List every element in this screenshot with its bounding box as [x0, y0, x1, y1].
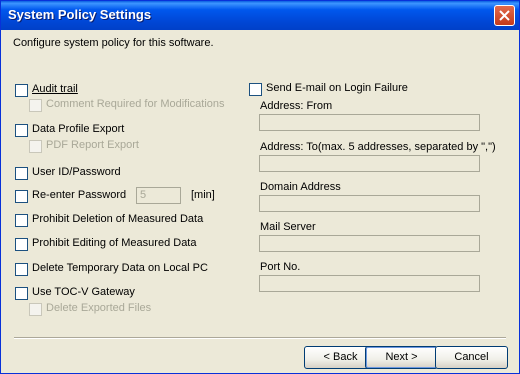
- user-id-password-label[interactable]: User ID/Password: [32, 166, 121, 178]
- user-id-password-checkbox[interactable]: [15, 167, 28, 180]
- reenter-password-minutes-input[interactable]: 5: [136, 187, 181, 204]
- address-from-label: Address: From: [260, 100, 333, 112]
- use-gateway-label[interactable]: Use TOC-V Gateway: [32, 286, 135, 298]
- use-gateway-checkbox[interactable]: [15, 287, 28, 300]
- pdf-report-export-checkbox[interactable]: [29, 140, 42, 153]
- audit-trail-checkbox[interactable]: [15, 84, 28, 97]
- delete-temp-data-label[interactable]: Delete Temporary Data on Local PC: [32, 262, 208, 274]
- next-button[interactable]: Next >: [365, 346, 438, 369]
- dialog-body: Configure system policy for this softwar…: [4, 30, 516, 372]
- domain-address-label: Domain Address: [260, 181, 341, 193]
- close-button[interactable]: [494, 5, 515, 26]
- data-profile-export-checkbox[interactable]: [15, 124, 28, 137]
- title-bar[interactable]: System Policy Settings: [1, 1, 519, 30]
- comment-required-label: Comment Required for Modifications: [46, 98, 225, 110]
- reenter-password-label[interactable]: Re-enter Password: [32, 189, 126, 201]
- delete-exported-label: Delete Exported Files: [46, 302, 152, 314]
- address-to-label: Address: To(max. 5 addresses, separated …: [260, 141, 496, 153]
- send-email-label[interactable]: Send E-mail on Login Failure: [266, 82, 408, 94]
- domain-address-field[interactable]: [259, 195, 480, 212]
- window-title: System Policy Settings: [8, 7, 152, 22]
- delete-temp-data-checkbox[interactable]: [15, 263, 28, 276]
- prohibit-deletion-label[interactable]: Prohibit Deletion of Measured Data: [32, 213, 203, 225]
- mail-server-field[interactable]: [259, 235, 480, 252]
- prohibit-editing-checkbox[interactable]: [15, 238, 28, 251]
- system-policy-dialog: System Policy Settings Configure system …: [0, 0, 520, 374]
- prohibit-editing-label[interactable]: Prohibit Editing of Measured Data: [32, 237, 196, 249]
- send-email-checkbox[interactable]: [249, 83, 262, 96]
- port-no-field[interactable]: [259, 275, 480, 292]
- cancel-button[interactable]: Cancel: [435, 346, 508, 369]
- audit-trail-label[interactable]: Audit trail: [32, 83, 78, 95]
- address-from-field[interactable]: [259, 114, 480, 131]
- minutes-unit-label: [min]: [191, 189, 215, 201]
- address-to-field[interactable]: [259, 155, 480, 172]
- button-separator: [14, 337, 506, 339]
- description-text: Configure system policy for this softwar…: [13, 37, 214, 49]
- close-icon: [499, 10, 510, 21]
- data-profile-export-label[interactable]: Data Profile Export: [32, 123, 124, 135]
- comment-required-checkbox[interactable]: [29, 99, 42, 112]
- mail-server-label: Mail Server: [260, 221, 316, 233]
- prohibit-deletion-checkbox[interactable]: [15, 214, 28, 227]
- delete-exported-checkbox[interactable]: [29, 303, 42, 316]
- port-no-label: Port No.: [260, 261, 301, 273]
- pdf-report-export-label: PDF Report Export: [46, 139, 139, 151]
- reenter-password-checkbox[interactable]: [15, 190, 28, 203]
